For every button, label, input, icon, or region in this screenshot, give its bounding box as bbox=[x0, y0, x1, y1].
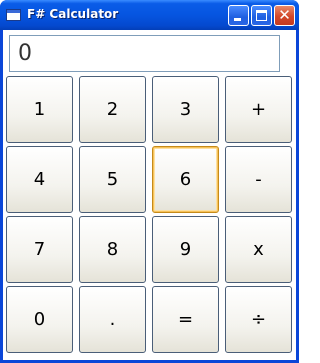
digit-7-button[interactable]: 7 bbox=[6, 216, 73, 283]
digit-2-button[interactable]: 2 bbox=[79, 76, 146, 143]
multiply-button[interactable]: x bbox=[225, 216, 292, 283]
app-window-icon bbox=[6, 9, 21, 21]
maximize-icon bbox=[256, 10, 267, 21]
digit-0-button[interactable]: 0 bbox=[6, 286, 73, 353]
subtract-button[interactable]: - bbox=[225, 146, 292, 213]
window-title: F# Calculator bbox=[27, 7, 119, 21]
minimize-icon bbox=[234, 18, 241, 21]
add-button[interactable]: + bbox=[225, 76, 292, 143]
close-button[interactable]: ✕ bbox=[274, 5, 295, 26]
digit-5-button[interactable]: 5 bbox=[79, 146, 146, 213]
maximize-button[interactable] bbox=[251, 5, 272, 26]
digit-8-button[interactable]: 8 bbox=[79, 216, 146, 283]
divide-button[interactable]: ÷ bbox=[225, 286, 292, 353]
equals-button[interactable]: = bbox=[152, 286, 219, 353]
minimize-button[interactable] bbox=[228, 5, 249, 26]
digit-9-button[interactable]: 9 bbox=[152, 216, 219, 283]
decimal-point-button[interactable]: . bbox=[79, 286, 146, 353]
calculator-window: F# Calculator ✕ 1 2 3 + 4 5 6 - 7 8 9 x … bbox=[0, 0, 299, 363]
close-icon: ✕ bbox=[278, 6, 291, 24]
digit-4-button[interactable]: 4 bbox=[6, 146, 73, 213]
digit-3-button[interactable]: 3 bbox=[152, 76, 219, 143]
calculator-body: 1 2 3 + 4 5 6 - 7 8 9 x 0 . = ÷ bbox=[3, 30, 296, 360]
digit-1-button[interactable]: 1 bbox=[6, 76, 73, 143]
digit-6-button[interactable]: 6 bbox=[152, 146, 219, 213]
title-bar[interactable]: F# Calculator ✕ bbox=[0, 0, 299, 30]
calculator-display[interactable] bbox=[9, 35, 280, 72]
